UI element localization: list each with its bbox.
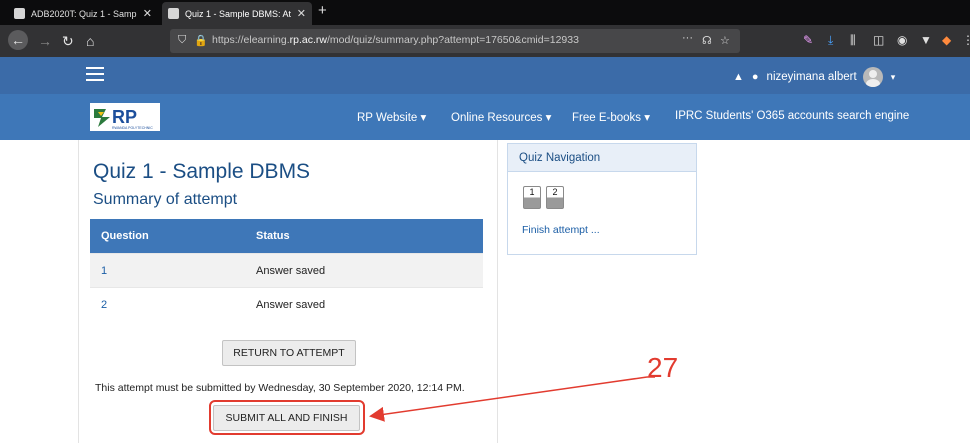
annotation-arrow — [369, 376, 655, 422]
annotation-step-number: 27 — [647, 352, 679, 383]
